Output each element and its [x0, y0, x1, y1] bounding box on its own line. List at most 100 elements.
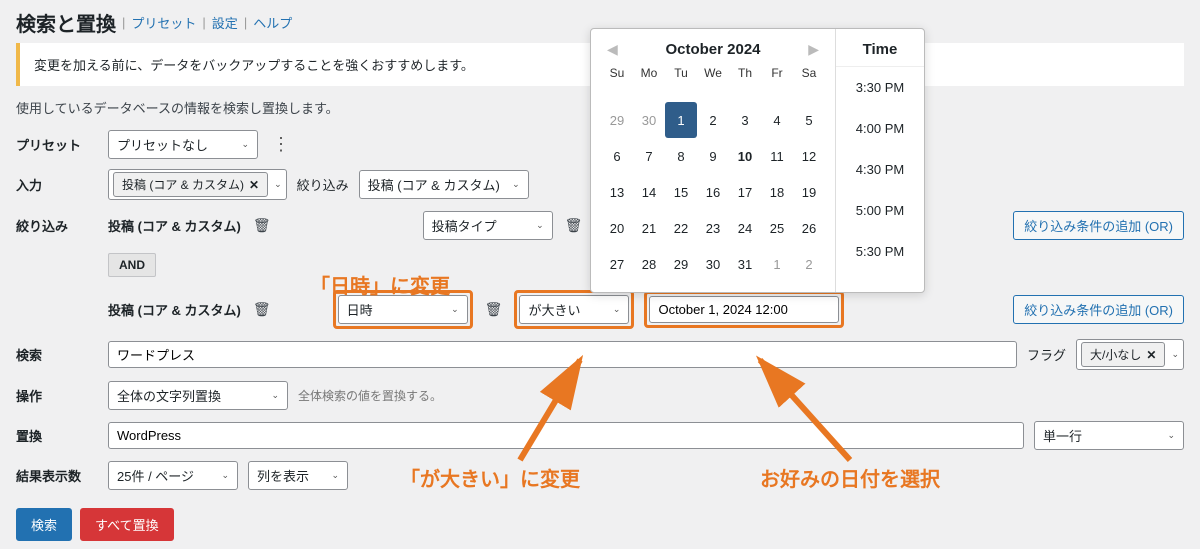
filter2-op-select[interactable]: が大きい ⌄ — [519, 295, 629, 324]
add-or-condition-2[interactable]: 絞り込み条件の追加 (OR) — [1013, 295, 1184, 324]
calendar-day[interactable]: 8 — [665, 138, 697, 174]
perpage-select[interactable]: 25件 / ページ ⌄ — [108, 461, 238, 490]
prev-month-button[interactable]: ◀ — [607, 41, 618, 58]
chevron-down-icon: ⌄ — [1167, 430, 1175, 441]
calendar-day[interactable]: 11 — [761, 138, 793, 174]
preset-more-button[interactable]: ⋮ — [268, 134, 294, 155]
calendar-day[interactable]: 16 — [697, 174, 729, 210]
link-preset[interactable]: プリセット — [131, 13, 196, 32]
calendar-day[interactable]: 3 — [729, 102, 761, 138]
label-preset: プリセット — [16, 135, 98, 154]
arrow-icon — [740, 350, 870, 473]
close-icon[interactable]: ✕ — [1146, 348, 1156, 362]
trash-icon[interactable]: 🗑 — [563, 217, 585, 234]
calendar-month: October 2024 — [618, 41, 808, 58]
operation-select[interactable]: 全体の文字列置換 ⌄ — [108, 381, 288, 410]
calendar-day[interactable]: 29 — [601, 102, 633, 138]
weekday-header: Su — [601, 66, 633, 102]
calendar-day[interactable]: 17 — [729, 174, 761, 210]
weekday-header: Mo — [633, 66, 665, 102]
chevron-down-icon: ⌄ — [271, 390, 279, 401]
filter-source-select[interactable]: 投稿 (コア & カスタム) ⌄ — [359, 170, 529, 199]
calendar-day[interactable]: 2 — [793, 246, 825, 282]
chevron-down-icon: ⌄ — [331, 470, 339, 481]
calendar-day[interactable]: 29 — [665, 246, 697, 282]
link-settings[interactable]: 設定 — [212, 13, 238, 32]
filter1-field-select[interactable]: 投稿タイプ ⌄ — [423, 211, 553, 240]
calendar-day[interactable]: 18 — [761, 174, 793, 210]
calendar-day[interactable]: 20 — [601, 210, 633, 246]
input-pill: 投稿 (コア & カスタム) ✕ — [113, 172, 268, 197]
link-help[interactable]: ヘルプ — [253, 13, 292, 32]
calendar-day[interactable]: 27 — [601, 246, 633, 282]
calendar-day[interactable]: 1 — [761, 246, 793, 282]
time-slot[interactable]: 5:00 PM — [836, 190, 924, 231]
calendar-day[interactable]: 7 — [633, 138, 665, 174]
preset-select[interactable]: プリセットなし ⌄ — [108, 130, 258, 159]
calendar-day[interactable]: 30 — [697, 246, 729, 282]
chevron-down-icon: ⌄ — [274, 179, 282, 190]
trash-icon[interactable]: 🗑 — [483, 301, 505, 318]
sep: | — [202, 15, 205, 30]
calendar-day[interactable]: 6 — [601, 138, 633, 174]
next-month-button[interactable]: ▶ — [808, 41, 819, 58]
calendar-day[interactable]: 5 — [793, 102, 825, 138]
filter1-field-value: 投稿タイプ — [432, 216, 497, 235]
chevron-down-icon: ⌄ — [613, 304, 621, 315]
calendar-day[interactable]: 9 — [697, 138, 729, 174]
filter-group-1: 投稿 (コア & カスタム) — [108, 216, 241, 235]
calendar-day[interactable]: 21 — [633, 210, 665, 246]
preset-value: プリセットなし — [117, 135, 208, 154]
calendar-day[interactable]: 13 — [601, 174, 633, 210]
calendar-day[interactable]: 26 — [793, 210, 825, 246]
time-header: Time — [836, 29, 924, 67]
filter2-field-value: 日時 — [347, 300, 373, 319]
time-slot[interactable]: 3:30 PM — [836, 67, 924, 108]
calendar-day[interactable]: 31 — [729, 246, 761, 282]
calendar-day[interactable]: 24 — [729, 210, 761, 246]
flag-pill-label: 大/小なし — [1090, 346, 1141, 363]
column-show-select[interactable]: 列を表示 ⌄ — [248, 461, 348, 490]
chevron-down-icon: ⌄ — [241, 139, 249, 150]
weekday-header: We — [697, 66, 729, 102]
chevron-down-icon: ⌄ — [512, 179, 520, 190]
calendar-day[interactable]: 23 — [697, 210, 729, 246]
calendar-day[interactable]: 25 — [761, 210, 793, 246]
input-multiselect[interactable]: 投稿 (コア & カスタム) ✕ ⌄ — [108, 169, 287, 200]
annotation-1: 「日時」に変更 — [310, 270, 450, 299]
trash-icon[interactable]: 🗑 — [251, 217, 273, 234]
add-or-condition-1[interactable]: 絞り込み条件の追加 (OR) — [1013, 211, 1184, 240]
filter2-value-input[interactable] — [649, 296, 839, 323]
label-input: 入力 — [16, 175, 98, 194]
replace-mode-select[interactable]: 単一行 ⌄ — [1034, 421, 1184, 450]
filter2-field-select[interactable]: 日時 ⌄ — [338, 295, 468, 324]
calendar-day[interactable]: 28 — [633, 246, 665, 282]
replace-all-button[interactable]: すべて置換 — [80, 508, 174, 541]
calendar-day[interactable]: 19 — [793, 174, 825, 210]
time-slot[interactable]: 4:30 PM — [836, 149, 924, 190]
time-slot[interactable]: 5:30 PM — [836, 231, 924, 272]
time-slot[interactable]: 4:00 PM — [836, 108, 924, 149]
trash-icon[interactable]: 🗑 — [251, 301, 273, 318]
label-search: 検索 — [16, 345, 98, 364]
calendar-day[interactable]: 4 — [761, 102, 793, 138]
and-operator: AND — [108, 253, 156, 277]
weekday-header: Th — [729, 66, 761, 102]
calendar-day[interactable]: 12 — [793, 138, 825, 174]
calendar-day[interactable]: 30 — [633, 102, 665, 138]
close-icon[interactable]: ✕ — [249, 178, 259, 192]
sep: | — [244, 15, 247, 30]
calendar-day[interactable]: 1 — [665, 102, 697, 138]
label-operation: 操作 — [16, 386, 98, 405]
calendar-day[interactable]: 10 — [729, 138, 761, 174]
calendar-day[interactable]: 22 — [665, 210, 697, 246]
calendar-day[interactable]: 14 — [633, 174, 665, 210]
flag-multiselect[interactable]: 大/小なし ✕ ⌄ — [1076, 339, 1184, 370]
calendar-day[interactable]: 2 — [697, 102, 729, 138]
label-results: 結果表示数 — [16, 466, 98, 485]
page-title: 検索と置換 — [16, 8, 116, 37]
calendar-day[interactable]: 15 — [665, 174, 697, 210]
label-replace: 置換 — [16, 426, 98, 445]
search-button[interactable]: 検索 — [16, 508, 72, 541]
column-show-value: 列を表示 — [257, 466, 309, 485]
